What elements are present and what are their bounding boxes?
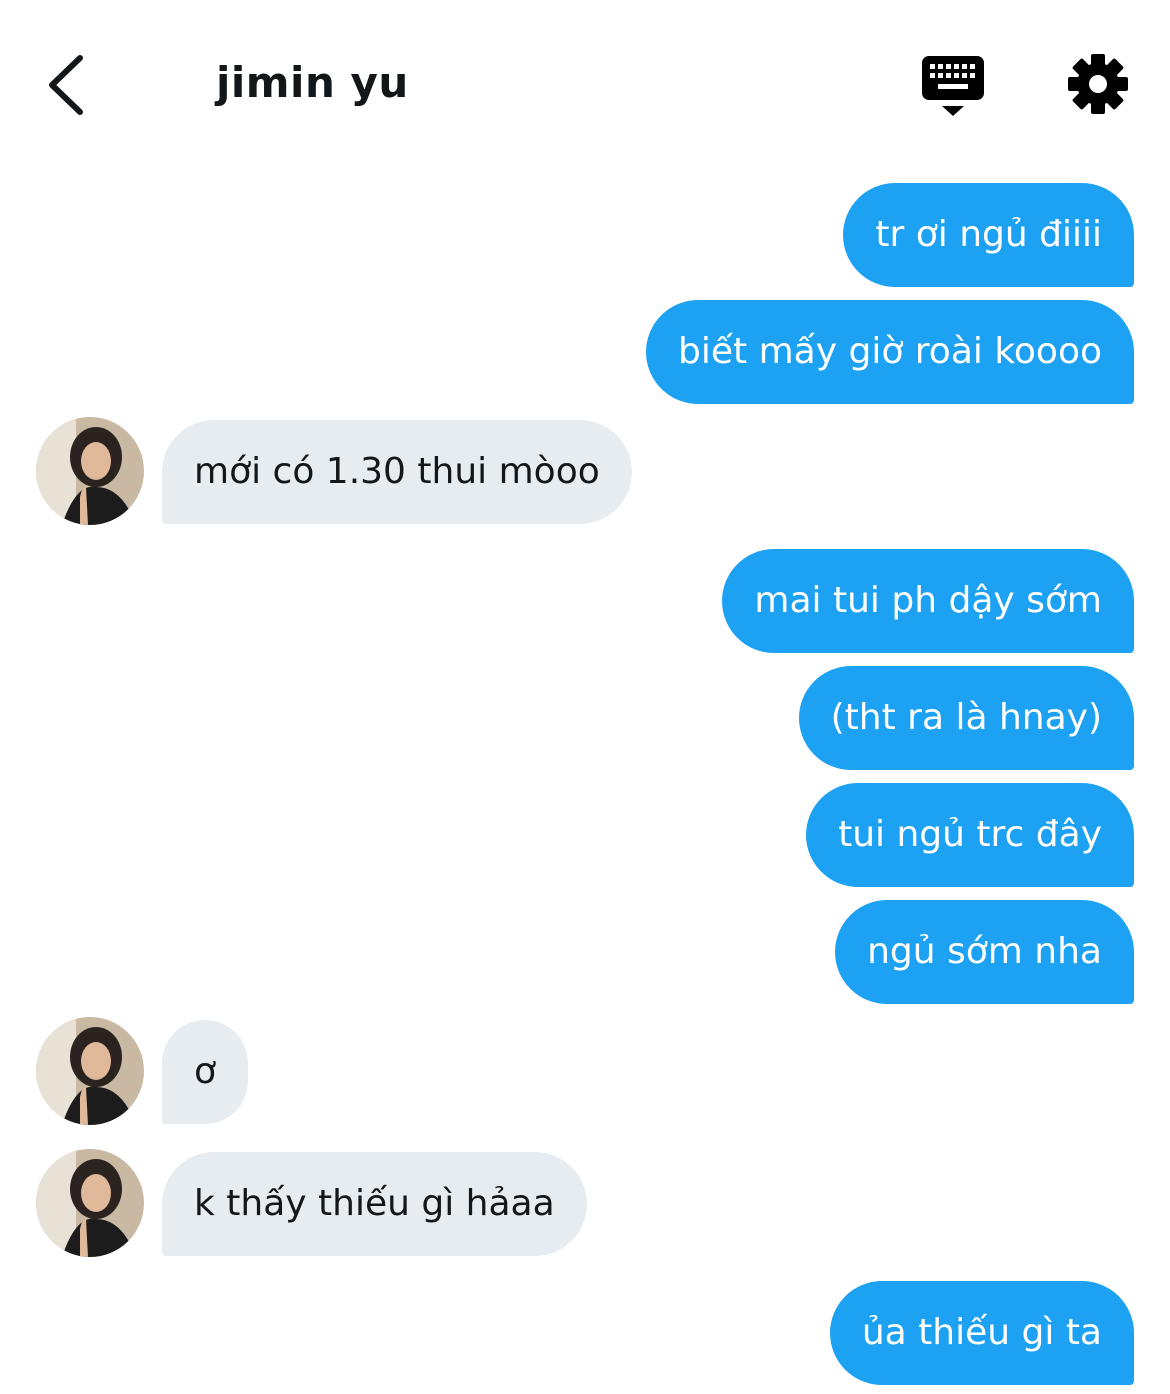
avatar-photo	[36, 1017, 144, 1125]
message-bubble-outgoing[interactable]: mai tui ph dậy sớm	[722, 549, 1134, 653]
back-button[interactable]	[40, 50, 100, 120]
conversation-header: jimin yu	[0, 0, 1170, 160]
avatar-photo	[36, 417, 144, 525]
message-bubble-outgoing[interactable]: tr ơi ngủ điiii	[843, 183, 1134, 287]
keyboard-icon	[922, 56, 984, 116]
message-bubble-incoming[interactable]: ơ	[162, 1020, 249, 1124]
message-bubble-outgoing[interactable]: biết mấy giờ roài koooo	[646, 300, 1134, 404]
avatar[interactable]	[36, 417, 144, 525]
message-bubble-incoming[interactable]: mới có 1.30 thui mòoo	[162, 420, 632, 524]
keyboard-button[interactable]	[920, 54, 988, 118]
contact-name[interactable]: jimin yu	[216, 56, 409, 110]
message-bubble-outgoing[interactable]: (tht ra là hnay)	[798, 666, 1134, 770]
avatar[interactable]	[36, 1149, 144, 1257]
avatar-photo	[36, 1149, 144, 1257]
avatar[interactable]	[36, 1017, 144, 1125]
chevron-left-icon	[49, 55, 83, 115]
message-bubble-incoming[interactable]: k thấy thiếu gì hảaa	[162, 1152, 587, 1256]
gear-icon	[1068, 54, 1128, 114]
message-bubble-outgoing[interactable]: ngủ sớm nha	[835, 900, 1134, 1004]
message-bubble-outgoing[interactable]: tui ngủ trc đây	[806, 783, 1134, 887]
message-bubble-outgoing[interactable]: ủa thiếu gì ta	[829, 1281, 1134, 1385]
settings-button[interactable]	[1066, 52, 1130, 116]
